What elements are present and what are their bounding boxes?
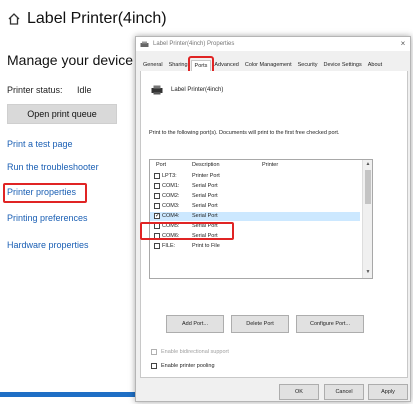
hardware-properties-link[interactable]: Hardware properties	[7, 240, 89, 250]
port-name: COM4:	[162, 213, 180, 219]
port-description: Serial Port	[192, 213, 218, 219]
bidirectional-checkbox	[151, 349, 157, 355]
port-description: Printer Port	[192, 173, 220, 179]
pooling-label: Enable printer pooling	[161, 363, 215, 369]
printer-icon	[140, 41, 149, 47]
cancel-button[interactable]: Cancel	[324, 384, 364, 400]
printer-status: Printer status: Idle	[7, 85, 92, 95]
port-description: Serial Port	[192, 203, 218, 209]
port-description: Serial Port	[192, 193, 218, 199]
port-list-scrollbar[interactable]: ▲ ▼	[362, 160, 372, 278]
pooling-checkbox[interactable]	[151, 363, 157, 369]
tab-sharing[interactable]: Sharing	[166, 60, 191, 71]
com4-highlight	[140, 222, 234, 240]
apply-button[interactable]: Apply	[368, 384, 408, 400]
delete-port-button[interactable]: Delete Port	[231, 315, 289, 333]
port-row[interactable]: COM3: Serial Port	[150, 202, 360, 211]
port-list[interactable]: Port Description Printer LPT3: Printer P…	[149, 159, 373, 279]
page-title: Label Printer(4inch)	[27, 10, 167, 27]
column-description[interactable]: Description	[192, 160, 220, 171]
dialog-titlebar: Label Printer(4inch) Properties	[136, 37, 410, 51]
tab-device-settings[interactable]: Device Settings	[321, 60, 365, 71]
port-name: COM1:	[162, 183, 180, 189]
printing-preferences-link[interactable]: Printing preferences	[7, 213, 88, 223]
port-checkbox-checked[interactable]: ✓	[154, 213, 160, 219]
manage-device-heading: Manage your device	[7, 52, 134, 68]
configure-port-button[interactable]: Configure Port...	[296, 315, 364, 333]
port-name: LPT3:	[162, 173, 177, 179]
scroll-thumb[interactable]	[365, 170, 371, 204]
port-name: COM2:	[162, 193, 180, 199]
tab-about[interactable]: About	[365, 60, 385, 71]
page-header: Label Printer(4inch)	[7, 7, 167, 31]
ports-description: Print to the following port(s). Document…	[149, 130, 340, 136]
printer-name: Label Printer(4inch)	[171, 87, 224, 93]
tab-color-management[interactable]: Color Management	[242, 60, 295, 71]
port-checkbox[interactable]	[154, 173, 160, 179]
column-port[interactable]: Port	[156, 160, 166, 171]
port-description: Serial Port	[192, 183, 218, 189]
bidirectional-support-option: Enable bidirectional support	[151, 349, 229, 355]
run-troubleshooter-link[interactable]: Run the troubleshooter	[7, 162, 99, 172]
port-name: COM3:	[162, 203, 180, 209]
port-row[interactable]: LPT3: Printer Port	[150, 172, 360, 181]
port-checkbox[interactable]	[154, 203, 160, 209]
dialog-title: Label Printer(4inch) Properties	[153, 41, 235, 47]
port-row[interactable]: FILE: Print to File	[150, 242, 360, 251]
column-printer[interactable]: Printer	[262, 160, 278, 171]
printer-icon	[151, 85, 163, 95]
printer-status-value: Idle	[77, 85, 92, 95]
close-icon[interactable]: ×	[398, 39, 408, 49]
port-row-selected[interactable]: ✓ COM4: Serial Port	[150, 212, 360, 221]
tab-advanced[interactable]: Advanced	[211, 60, 241, 71]
printer-pooling-option[interactable]: Enable printer pooling	[151, 363, 215, 369]
taskbar-strip	[0, 392, 135, 397]
ok-button[interactable]: OK	[279, 384, 319, 400]
add-port-button[interactable]: Add Port...	[166, 315, 224, 333]
tab-security[interactable]: Security	[295, 60, 321, 71]
port-checkbox[interactable]	[154, 243, 160, 249]
print-test-page-link[interactable]: Print a test page	[7, 139, 73, 149]
home-icon[interactable]	[7, 12, 21, 26]
port-row[interactable]: COM2: Serial Port	[150, 192, 360, 201]
bidirectional-label: Enable bidirectional support	[161, 349, 229, 355]
open-print-queue-button[interactable]: Open print queue	[7, 104, 117, 124]
port-row[interactable]: COM1: Serial Port	[150, 182, 360, 191]
printer-properties-highlight	[3, 183, 87, 203]
port-name: FILE:	[162, 243, 176, 249]
scroll-up-icon[interactable]: ▲	[363, 160, 372, 168]
port-checkbox[interactable]	[154, 183, 160, 189]
port-checkbox[interactable]	[154, 193, 160, 199]
printer-status-label: Printer status:	[7, 85, 63, 95]
scroll-down-icon[interactable]: ▼	[363, 268, 372, 276]
printer-properties-dialog: Label Printer(4inch) Properties × Genera…	[135, 36, 411, 402]
port-list-header: Port Description Printer	[150, 160, 372, 171]
port-description: Print to File	[192, 243, 220, 249]
tab-general[interactable]: General	[140, 60, 166, 71]
